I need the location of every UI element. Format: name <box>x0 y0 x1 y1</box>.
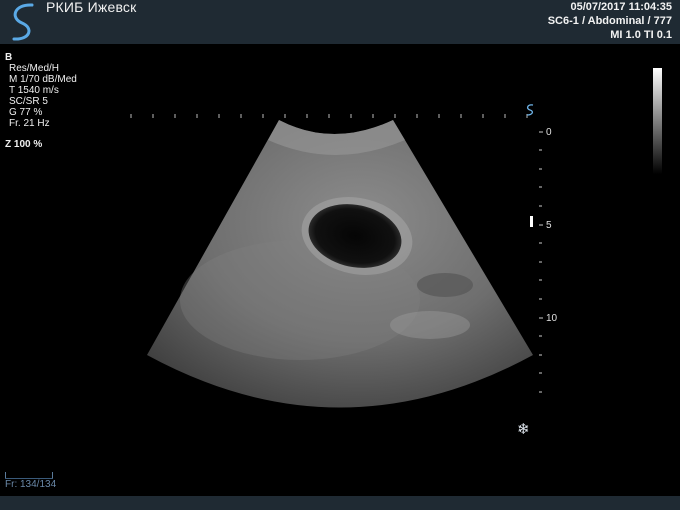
depth-ruler <box>539 131 543 393</box>
deep-echo <box>390 311 470 339</box>
frame-counter: Fr: 134/134 <box>5 479 57 490</box>
bright-structure <box>417 273 473 297</box>
focus-marker <box>530 216 533 227</box>
ultrasound-image <box>130 104 543 408</box>
grayscale-bar <box>653 68 662 174</box>
lateral-scale <box>130 114 528 118</box>
footer-bar <box>0 496 680 510</box>
depth-label-5: 5 <box>546 220 552 231</box>
orientation-marker-icon <box>526 104 534 116</box>
freeze-icon[interactable]: ❄ <box>517 420 530 438</box>
depth-label-10: 10 <box>546 313 558 324</box>
depth-label-0: 0 <box>546 127 552 138</box>
